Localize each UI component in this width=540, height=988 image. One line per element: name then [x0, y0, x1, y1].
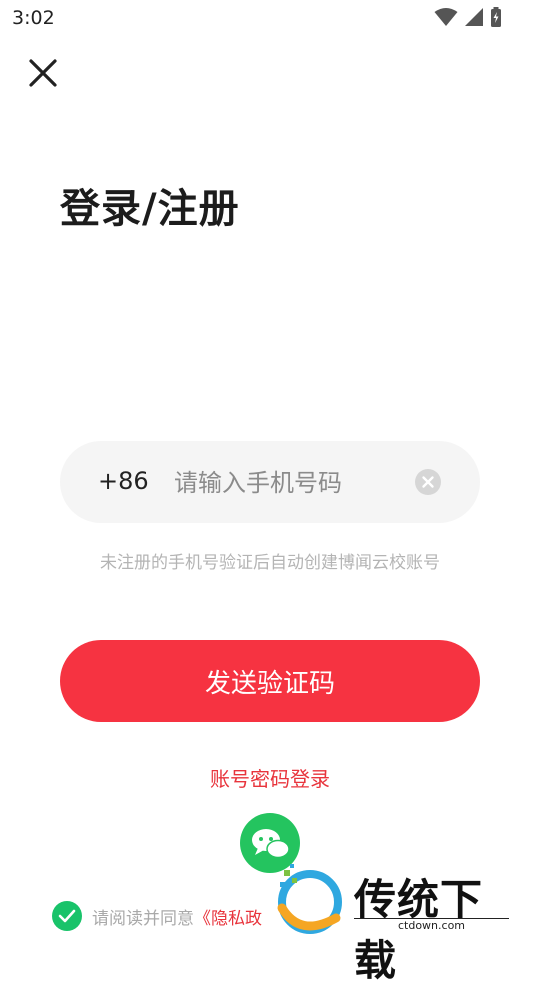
status-icons	[434, 7, 502, 27]
close-icon	[29, 59, 57, 87]
phone-input-container: +86	[60, 441, 480, 523]
check-icon	[58, 909, 76, 923]
battery-icon	[491, 7, 501, 27]
phone-input[interactable]	[172, 459, 406, 507]
page-title: 登录/注册	[60, 186, 240, 232]
clear-button[interactable]	[415, 469, 441, 495]
agree-checkbox[interactable]	[52, 901, 82, 931]
close-button[interactable]	[26, 56, 60, 90]
send-code-button[interactable]: 发送验证码	[60, 640, 480, 722]
register-hint: 未注册的手机号验证后自动创建博闻云校账号	[100, 553, 440, 573]
watermark: 传统下载 ctdown.com	[270, 860, 525, 985]
agreement-text: 请阅读并同意	[92, 908, 194, 929]
agreement-row: 请阅读并同意 《隐私政	[52, 901, 262, 931]
signal-icon	[465, 8, 483, 26]
wifi-icon	[434, 8, 458, 26]
watermark-logo-icon	[277, 864, 342, 934]
privacy-policy-link[interactable]: 《隐私政	[194, 904, 262, 929]
clear-icon	[415, 469, 441, 495]
status-bar: 3:02	[0, 0, 540, 36]
watermark-site: ctdown.com	[354, 918, 509, 935]
password-login-link[interactable]: 账号密码登录	[0, 763, 540, 792]
country-code[interactable]: +86	[98, 467, 149, 495]
status-time: 3:02	[12, 7, 55, 29]
